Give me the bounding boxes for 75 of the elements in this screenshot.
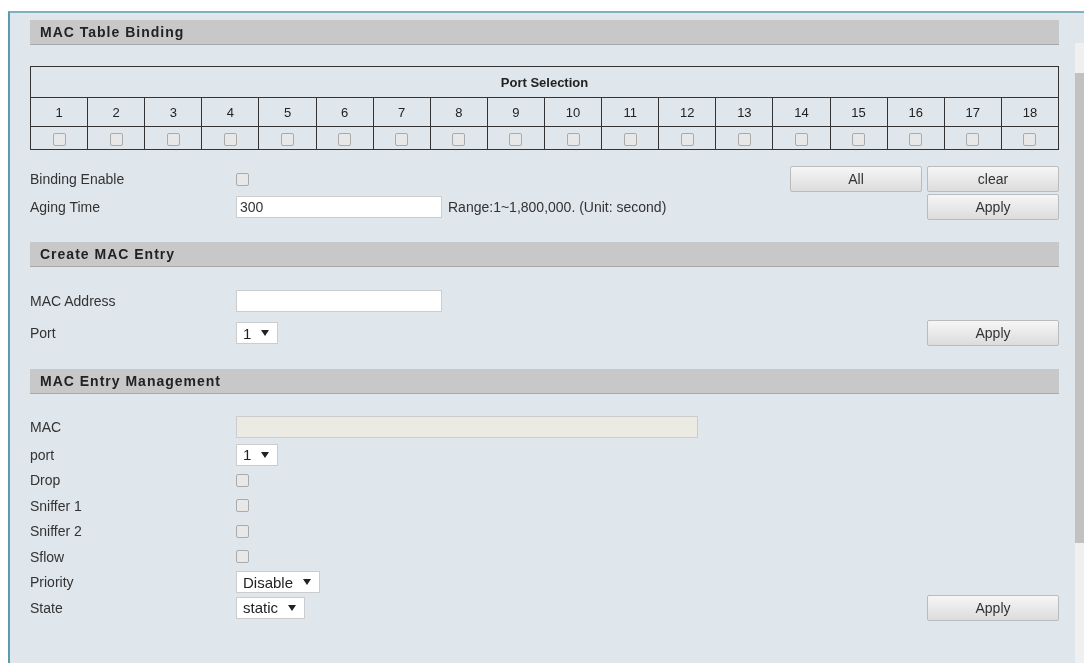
dropdown[interactable]: 1 <box>236 443 279 466</box>
dropdown-arrow-icon <box>303 579 312 586</box>
port-checkbox[interactable] <box>794 132 808 146</box>
field-label: MAC Address <box>30 293 117 309</box>
port-number: 4 <box>201 97 259 127</box>
port-number: 2 <box>87 97 145 127</box>
port-number: 13 <box>715 97 773 127</box>
port-checkbox[interactable] <box>680 132 694 146</box>
dropdown[interactable]: static <box>236 596 305 619</box>
field-label: Port <box>30 325 57 341</box>
port-checkbox[interactable] <box>452 132 466 146</box>
port-number: 11 <box>601 97 659 127</box>
port-number: 1 <box>30 97 88 127</box>
port-checkbox[interactable] <box>566 132 580 146</box>
port-checkbox[interactable] <box>509 132 523 146</box>
port-number: 6 <box>316 97 374 127</box>
port-number: 8 <box>430 97 488 127</box>
field-label: Aging Time <box>30 199 102 215</box>
port-number: 7 <box>373 97 431 127</box>
checkbox[interactable] <box>236 524 249 538</box>
checkbox[interactable] <box>236 473 249 487</box>
range-hint: Range:1~1,800,000. (Unit: second) <box>448 199 667 215</box>
port-number: 14 <box>772 97 831 127</box>
scrollbar[interactable] <box>1075 43 1084 663</box>
table-header: Port Selection <box>30 66 1059 98</box>
checkbox[interactable] <box>236 550 249 564</box>
port-checkbox[interactable] <box>909 132 923 146</box>
port-checkbox[interactable] <box>1023 132 1037 146</box>
field-label: port <box>30 446 56 463</box>
port-checkbox[interactable] <box>109 132 123 146</box>
port-number: 15 <box>830 97 888 127</box>
port-number: 10 <box>544 97 602 127</box>
dropdown-arrow-icon <box>261 330 270 336</box>
apply-button[interactable]: Apply <box>927 194 1059 220</box>
field-label: Sflow <box>30 548 66 565</box>
port-number: 12 <box>658 97 716 127</box>
section-title: Create MAC Entry <box>40 246 176 262</box>
port-checkbox[interactable] <box>281 132 294 146</box>
binding-enable-checkbox[interactable] <box>236 172 249 186</box>
port-checkbox[interactable] <box>966 132 980 146</box>
port-checkbox[interactable] <box>223 132 237 146</box>
mac-address-input[interactable] <box>236 290 442 312</box>
port-number: 16 <box>887 97 945 127</box>
dropdown[interactable]: Disable <box>236 571 321 594</box>
port-checkbox[interactable] <box>166 132 180 146</box>
section-title: MAC Entry Management <box>40 373 222 389</box>
all-button[interactable]: All <box>790 166 922 192</box>
clear-button[interactable]: clear <box>927 166 1059 192</box>
port-number: 9 <box>487 97 545 127</box>
port-checkbox[interactable] <box>852 132 866 146</box>
port-number: 17 <box>944 97 1002 127</box>
mac-input[interactable] <box>236 416 698 438</box>
apply-button[interactable]: Apply <box>927 320 1059 346</box>
field-label: State <box>30 599 64 616</box>
field-label: Priority <box>30 574 75 591</box>
checkbox[interactable] <box>236 499 249 513</box>
dropdown-arrow-icon <box>288 604 296 611</box>
field-label: Sniffer 2 <box>30 523 83 540</box>
apply-button[interactable]: Apply <box>927 594 1059 621</box>
port-checkbox[interactable] <box>395 132 409 146</box>
field-label: MAC <box>30 419 63 435</box>
port-number: 3 <box>144 97 202 127</box>
port-dropdown[interactable]: 1 <box>236 322 279 344</box>
port-number: 5 <box>258 97 317 127</box>
aging-time-input[interactable]: 300 <box>236 196 442 218</box>
field-label: Binding Enable <box>30 171 126 187</box>
port-checkbox[interactable] <box>338 132 352 146</box>
field-label: Sniffer 1 <box>30 497 83 514</box>
field-label: Drop <box>30 472 62 489</box>
port-checkbox[interactable] <box>737 132 751 146</box>
port-checkbox[interactable] <box>52 132 66 146</box>
port-checkbox[interactable] <box>623 132 637 146</box>
section-title: MAC Table Binding <box>40 24 185 40</box>
port-number: 18 <box>1001 97 1059 127</box>
dropdown-arrow-icon <box>261 451 270 458</box>
